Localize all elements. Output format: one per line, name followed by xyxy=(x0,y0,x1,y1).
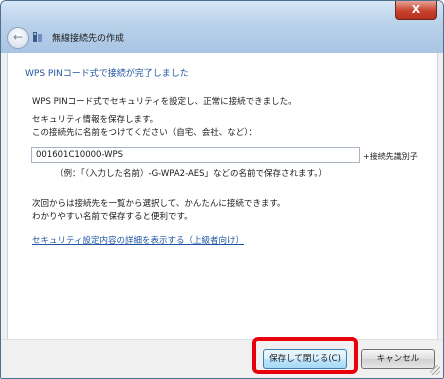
back-arrow-icon[interactable]: ← xyxy=(7,27,29,49)
tip-text: わかりやすい名前で保存すると便利です。 xyxy=(32,212,193,222)
title-bar: X ← 無線接続先の作成 xyxy=(1,1,443,53)
connection-name-input[interactable] xyxy=(31,147,360,163)
cancel-button[interactable]: キャンセル xyxy=(361,349,435,369)
identifier-suffix-label: +接続先識別子 xyxy=(363,152,418,161)
example-text: （例：「（入力した名前）-G-WPA2-AES」などの名前で保存されます。） xyxy=(55,169,327,179)
security-details-link[interactable]: セキュリティ設定内容の詳細を表示する（上級者向け） xyxy=(32,234,244,246)
save-and-close-button[interactable]: 保存して閉じる(C) xyxy=(263,349,347,369)
name-prompt-text: この接続先に名前をつけてください（自宅、会社、など）： xyxy=(32,128,257,138)
network-icon xyxy=(33,32,42,42)
window-title: 無線接続先の作成 xyxy=(52,34,125,44)
save-info-text: セキュリティ情報を保存します。 xyxy=(32,115,159,125)
page-heading: WPS PINコード式で接続が完了しました xyxy=(25,69,189,79)
next-time-text: 次回からは接続先を一覧から選択して、かんたんに接続できます。 xyxy=(32,199,286,209)
close-button[interactable]: X xyxy=(395,1,437,20)
dialog-window: X ← 無線接続先の作成 xyxy=(0,0,444,379)
status-text: WPS PINコード式でセキュリティを設定し、正常に接続できました。 xyxy=(32,97,297,107)
